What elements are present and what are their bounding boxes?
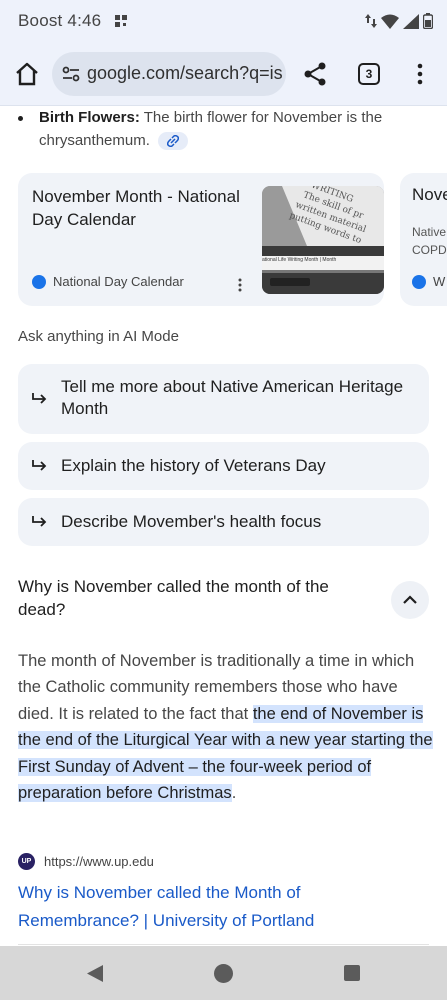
suggestion-line: Tell me more about Native American Herit… (61, 377, 404, 396)
divider (18, 944, 429, 945)
url-text: google.com/search?q=is (87, 63, 283, 83)
browser-toolbar: google.com/search?q=is 3 (0, 44, 447, 106)
university-logo: UP (18, 853, 35, 870)
typewriter-image: WRITING The skill of pr written material… (262, 186, 384, 294)
signal-icon (403, 13, 419, 29)
faq-question[interactable]: Why is November called the month of the … (18, 575, 358, 621)
globe-icon (412, 274, 426, 289)
clock: 4:46 (67, 11, 102, 30)
source-url: https://www.up.edu (44, 854, 154, 869)
status-icons (365, 13, 433, 29)
link-icon (167, 135, 180, 148)
answer-source: UP https://www.up.edu (18, 853, 154, 870)
suggestion-line: Month (61, 399, 109, 418)
carrier-label: Boost (18, 11, 63, 30)
status-bar: Boost 4:46 (0, 0, 447, 44)
suggestion-text: Explain the history of Veterans Day (61, 456, 326, 475)
card-snippet-line: COPD (412, 243, 447, 257)
share-icon[interactable] (302, 61, 328, 87)
card-thumbnail: WRITING The skill of pr written material… (262, 186, 384, 294)
faq-answer: The month of November is traditionally a… (18, 648, 433, 806)
card-snippet-line: Native (412, 225, 447, 239)
bullet-label: Birth Flowers: (39, 109, 140, 126)
system-nav-bar (0, 946, 447, 1000)
card-source-name: W (433, 274, 446, 289)
ai-mode-heading: Ask anything in AI Mode (18, 328, 179, 345)
search-results-content: Birth Flowers: The birth flower for Nove… (0, 106, 447, 946)
card-title: Nove (412, 185, 447, 204)
ai-suggestion-button[interactable]: Explain the history of Veterans Day (18, 442, 429, 490)
thumbnail-caption: ational Life Writing Month | Month (262, 257, 337, 263)
suggestion-text: Tell me more about Native American Herit… (61, 376, 403, 420)
home-button-icon[interactable] (214, 964, 233, 983)
source-card-partial[interactable]: Nove Native COPD W (400, 173, 447, 306)
source-cards-carousel: November Month - National Day Calendar W… (18, 173, 447, 308)
chevron-up-icon (403, 595, 417, 604)
ai-suggestion-button[interactable]: Describe Movember's health focus (18, 498, 429, 546)
card-title: November Month - National Day Calendar (32, 187, 240, 229)
more-menu-icon[interactable] (410, 61, 430, 87)
birth-flower-bullet: Birth Flowers: The birth flower for Nove… (18, 106, 428, 152)
battery-icon (423, 13, 433, 29)
source-link-chip[interactable] (158, 132, 189, 151)
card-source-name: National Day Calendar (53, 274, 184, 289)
globe-icon (32, 274, 46, 289)
reply-arrow-icon (32, 393, 47, 404)
source-card[interactable]: November Month - National Day Calendar W… (18, 173, 384, 306)
bullet-dot (18, 116, 23, 121)
card-source: National Day Calendar (32, 274, 184, 289)
collapse-button[interactable] (391, 581, 429, 619)
site-settings-icon[interactable] (62, 65, 80, 83)
source-link[interactable]: Why is November called the Month of Reme… (18, 879, 398, 935)
back-icon[interactable] (86, 964, 104, 983)
reply-arrow-icon (32, 460, 47, 471)
answer-end: . (231, 784, 237, 803)
tab-switcher-button[interactable]: 3 (358, 63, 380, 85)
reply-arrow-icon (32, 516, 47, 527)
bullet-text: Birth Flowers: The birth flower for Nove… (18, 106, 428, 152)
card-snippet: Native COPD (412, 223, 447, 259)
data-transfer-icon (365, 14, 377, 28)
ai-suggestion-button[interactable]: Tell me more about Native American Herit… (18, 364, 429, 434)
status-carrier-time: Boost 4:46 (18, 11, 101, 31)
home-icon[interactable] (14, 61, 40, 87)
wifi-icon (381, 14, 399, 29)
recents-icon[interactable] (344, 965, 360, 981)
card-source: W (412, 274, 445, 289)
suggestion-text: Describe Movember's health focus (61, 512, 322, 531)
card-more-icon[interactable] (236, 277, 244, 293)
notification-icon (115, 15, 127, 27)
address-bar[interactable]: google.com/search?q=is (52, 52, 286, 96)
